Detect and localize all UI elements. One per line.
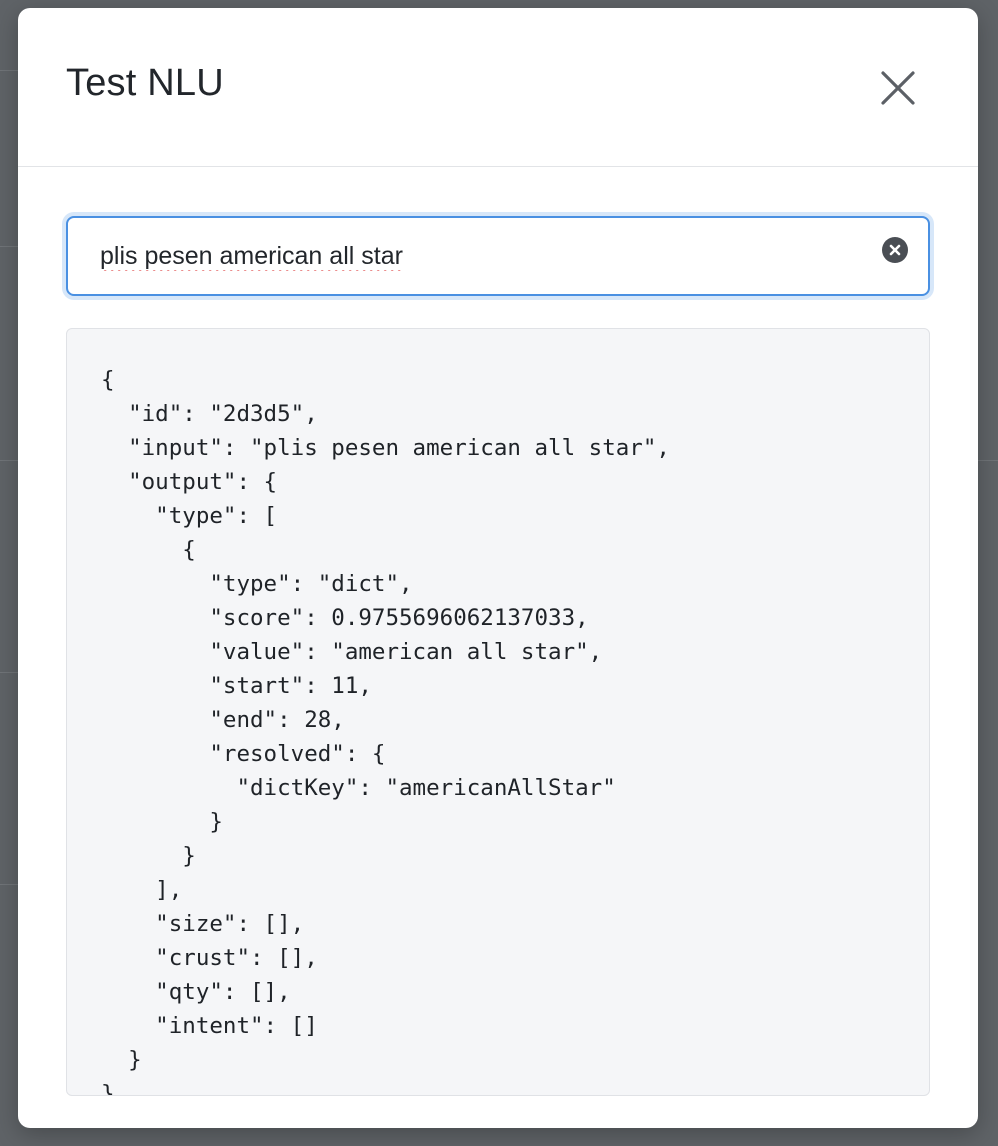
backdrop-divider [0, 884, 20, 885]
close-button[interactable] [876, 66, 920, 110]
backdrop-divider [0, 672, 20, 673]
clear-circle-icon [889, 244, 901, 256]
modal-title: Test NLU [66, 62, 224, 104]
nlu-result-panel[interactable]: { "id": "2d3d5", "input": "plis pesen am… [66, 328, 930, 1096]
nlu-test-input[interactable] [100, 218, 860, 294]
clear-input-button[interactable] [882, 237, 908, 263]
test-nlu-modal: Test NLU { "id": "2d3d5", "input": "plis… [18, 8, 978, 1128]
backdrop-divider [978, 460, 998, 461]
close-icon [881, 71, 915, 105]
backdrop-divider [0, 460, 20, 461]
modal-header: Test NLU [18, 8, 978, 167]
backdrop-divider [0, 70, 20, 71]
backdrop-divider [0, 246, 20, 247]
nlu-result-json: { "id": "2d3d5", "input": "plis pesen am… [101, 367, 670, 1096]
nlu-input-box [66, 216, 930, 296]
